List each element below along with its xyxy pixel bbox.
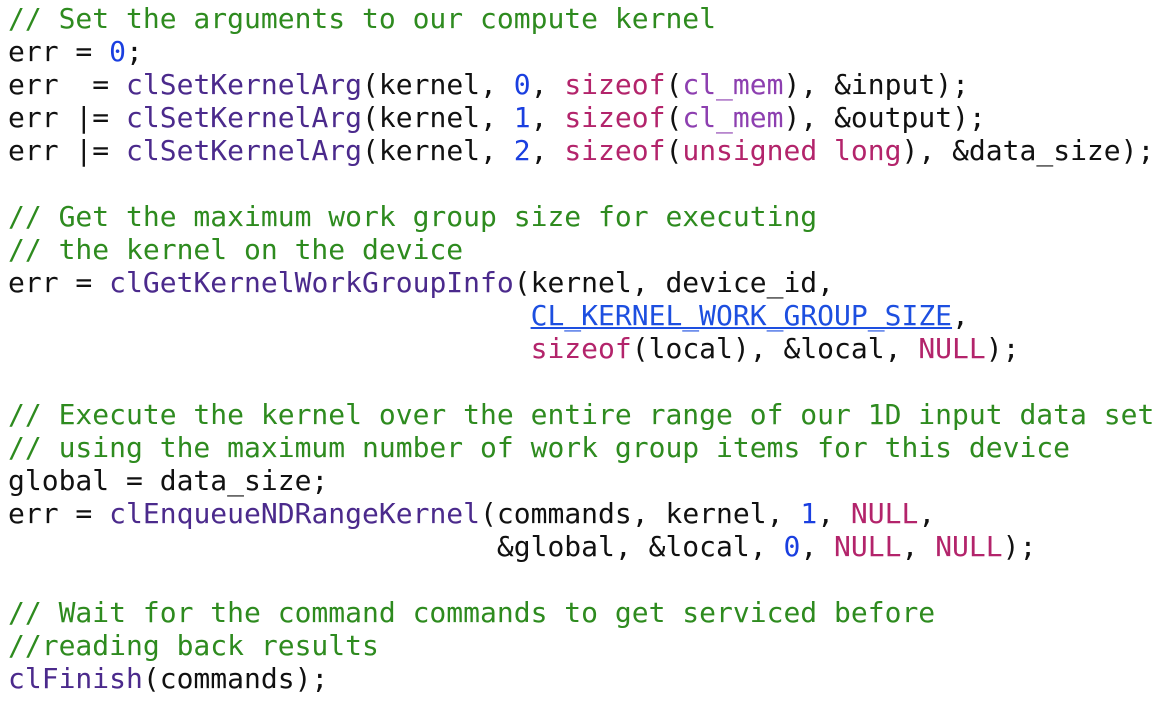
keyword: sizeof [564, 101, 666, 134]
code-comment: // Set the arguments to our compute kern… [8, 2, 717, 35]
code-text: global = data_size; [8, 464, 329, 497]
code-text: ( [665, 68, 683, 101]
code-text: , [952, 299, 969, 332]
code-line: err = clEnqueueNDRangeKernel(commands, k… [8, 497, 1172, 530]
code-line: err = 0; [8, 35, 1172, 68]
code-text: ( [665, 101, 683, 134]
code-text: err |= [8, 134, 127, 167]
code-text: (commands, kernel, [480, 497, 801, 530]
code-text: ); [985, 332, 1020, 365]
code-line: //reading back results [8, 629, 1172, 662]
code-line: err |= clSetKernelArg(kernel, 1, sizeof(… [8, 101, 1172, 134]
code-comment: //reading back results [8, 629, 379, 662]
symbol-link[interactable]: CL_KERNEL_WORK_GROUP_SIZE [531, 299, 952, 332]
code-text: ), &output); [783, 101, 986, 134]
code-comment: // Execute the kernel over the entire ra… [8, 398, 1155, 431]
number-literal: 1 [800, 497, 818, 530]
code-text: , [800, 530, 835, 563]
function-name: clSetKernelArg [126, 68, 363, 101]
number-literal: 0 [783, 530, 801, 563]
code-text: , [918, 497, 936, 530]
code-text: , [901, 530, 936, 563]
type-name: cl_mem [682, 68, 784, 101]
code-line: // Set the arguments to our compute kern… [8, 2, 1172, 35]
code-text: (local), &local, [631, 332, 919, 365]
code-line: sizeof(local), &local, NULL); [8, 332, 1172, 365]
number-literal: 0 [109, 35, 127, 68]
code-text: (kernel, device_id, [513, 266, 835, 299]
code-text: err = [8, 35, 110, 68]
function-name: clFinish [8, 662, 143, 695]
number-literal: 0 [513, 68, 531, 101]
function-name: clEnqueueNDRangeKernel [109, 497, 481, 530]
null-constant: NULL [935, 530, 1003, 563]
code-line: // using the maximum number of work grou… [8, 431, 1172, 464]
blank-line: ​ [8, 563, 1172, 596]
null-constant: NULL [850, 497, 919, 530]
code-line: global = data_size; [8, 464, 1172, 497]
code-text: (commands); [142, 662, 329, 695]
code-line: // Wait for the command commands to get … [8, 596, 1172, 629]
type-name: cl_mem [682, 101, 784, 134]
blank-line: ​ [8, 365, 1172, 398]
code-text: &global, &local, [8, 530, 784, 563]
code-text: , [817, 497, 851, 530]
code-line: &global, &local, 0, NULL, NULL); [8, 530, 1172, 563]
code-text: , [530, 134, 565, 167]
code-text: err = [8, 68, 127, 101]
code-text: ), &input); [783, 68, 969, 101]
keyword: sizeof [530, 332, 632, 365]
code-block: // Set the arguments to our compute kern… [0, 0, 1172, 695]
code-line: err |= clSetKernelArg(kernel, 2, sizeof(… [8, 134, 1172, 167]
code-text: err |= [8, 101, 127, 134]
code-comment: // Wait for the command commands to get … [8, 596, 936, 629]
code-text: , [530, 68, 565, 101]
keyword: unsigned long [682, 134, 902, 167]
code-comment: // using the maximum number of work grou… [8, 431, 1071, 464]
code-text: (kernel, [362, 101, 514, 134]
code-text: , [530, 101, 565, 134]
code-line: // Get the maximum work group size for e… [8, 200, 1172, 233]
code-text: ); [1002, 530, 1037, 563]
code-text: ; [126, 35, 143, 68]
code-text: err = [8, 266, 110, 299]
blank-line: ​ [8, 167, 1172, 200]
code-text: err = [8, 497, 110, 530]
code-line: // the kernel on the device [8, 233, 1172, 266]
null-constant: NULL [834, 530, 902, 563]
number-literal: 2 [513, 134, 531, 167]
number-literal: 1 [513, 101, 531, 134]
code-line: // Execute the kernel over the entire ra… [8, 398, 1172, 431]
code-text: (kernel, [362, 68, 514, 101]
keyword: sizeof [564, 134, 666, 167]
function-name: clGetKernelWorkGroupInfo [109, 266, 514, 299]
code-text: ( [665, 134, 683, 167]
null-constant: NULL [918, 332, 986, 365]
code-text: ), &data_size); [901, 134, 1155, 167]
code-line: CL_KERNEL_WORK_GROUP_SIZE, [8, 299, 1172, 332]
function-name: clSetKernelArg [126, 101, 363, 134]
code-text: (kernel, [362, 134, 514, 167]
code-line: err = clSetKernelArg(kernel, 0, sizeof(c… [8, 68, 1172, 101]
keyword: sizeof [564, 68, 666, 101]
code-comment: // Get the maximum work group size for e… [8, 200, 818, 233]
code-line: err = clGetKernelWorkGroupInfo(kernel, d… [8, 266, 1172, 299]
code-editor: // Set the arguments to our compute kern… [0, 0, 1172, 708]
code-line: clFinish(commands); [8, 662, 1172, 695]
code-comment: // the kernel on the device [8, 233, 464, 266]
function-name: clSetKernelArg [126, 134, 363, 167]
